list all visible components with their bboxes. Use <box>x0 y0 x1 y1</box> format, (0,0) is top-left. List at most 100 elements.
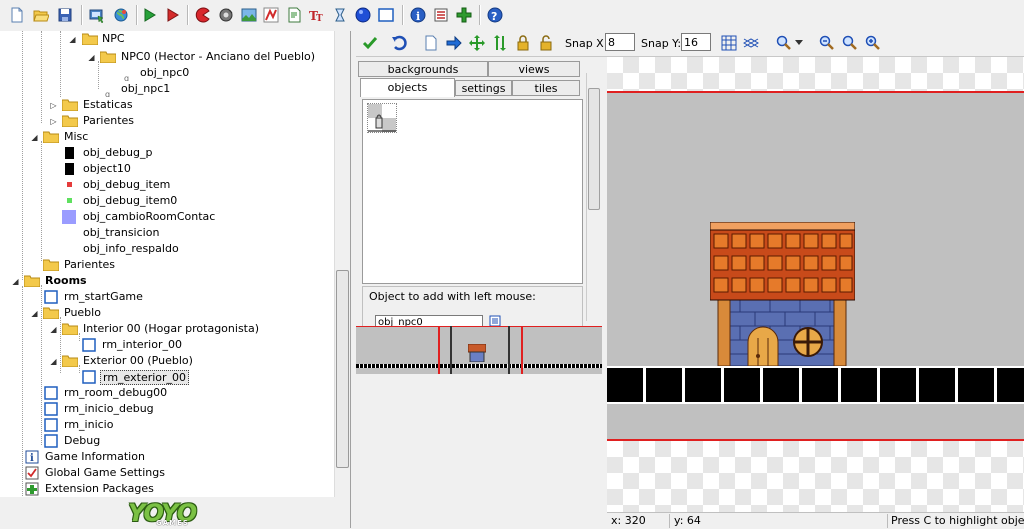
tree-item-parientes-2[interactable]: Parientes <box>0 257 334 273</box>
collapse-icon[interactable]: ◢ <box>49 325 58 334</box>
snap-y-input[interactable] <box>681 33 711 51</box>
sound-icon[interactable] <box>215 4 237 26</box>
lock-icon[interactable] <box>513 33 533 53</box>
tree-item-rm-interior[interactable]: rm_interior_00 <box>0 337 334 353</box>
sort-x-icon[interactable] <box>467 33 487 53</box>
tree-item-extension-packages[interactable]: Extension Packages <box>0 481 334 497</box>
font-icon[interactable]: TT <box>306 4 328 26</box>
global-settings-icon[interactable] <box>430 4 452 26</box>
checkmark-icon[interactable] <box>360 33 380 53</box>
script-icon[interactable] <box>283 4 305 26</box>
status-hint: Press C to highlight objects <box>891 514 1024 527</box>
publish-icon[interactable] <box>110 4 132 26</box>
timeline-icon[interactable] <box>329 4 351 26</box>
status-bar: x: 320 y: 64 Press C to highlight object… <box>607 512 1024 529</box>
tree-item-game-information[interactable]: i Game Information <box>0 449 334 465</box>
debug-icon[interactable] <box>161 4 183 26</box>
tree-item-rm-inicio[interactable]: rm_inicio <box>0 417 334 433</box>
background-icon[interactable] <box>238 4 260 26</box>
unlock-icon[interactable] <box>536 33 556 53</box>
tree-item-rm-startgame[interactable]: rm_startGame <box>0 289 334 305</box>
new-icon[interactable] <box>6 4 28 26</box>
room-icon <box>44 418 58 432</box>
zoom-view-icon[interactable] <box>774 33 794 53</box>
sprite-icon[interactable] <box>192 4 214 26</box>
create-executable-icon[interactable] <box>86 4 108 26</box>
open-icon[interactable] <box>30 4 52 26</box>
collapse-icon[interactable]: ◢ <box>49 357 58 366</box>
tab-views[interactable]: views <box>488 61 580 77</box>
help-icon[interactable]: ? <box>484 4 506 26</box>
tree-item-label: rm_interior_00 <box>102 338 182 351</box>
game-info-icon[interactable]: i <box>407 4 429 26</box>
tree-scrollbar-thumb[interactable] <box>336 270 349 468</box>
tree-item-npc0-folder[interactable]: ◢ NPC0 (Hector - Anciano del Pueblo) <box>0 49 334 65</box>
tree-item-obj-debug-p[interactable]: obj_debug_p <box>0 145 334 161</box>
ground-strip <box>607 366 1024 404</box>
expand-icon[interactable]: ▷ <box>49 117 58 126</box>
snap-x-input[interactable] <box>605 33 635 51</box>
resource-tree[interactable]: ◢ NPC ◢ NPC0 (Hector - Anciano del Puebl… <box>0 31 335 497</box>
tree-item-debug[interactable]: Debug <box>0 433 334 449</box>
tab-backgrounds[interactable]: backgrounds <box>358 61 488 77</box>
tree-item-misc[interactable]: ◢ Misc <box>0 129 334 145</box>
npc-sprite-icon <box>368 104 396 132</box>
tree-item-label: object10 <box>83 162 131 175</box>
tree-item-label: Debug <box>64 434 101 447</box>
run-icon[interactable] <box>138 4 160 26</box>
tab-settings[interactable]: settings <box>455 80 512 96</box>
tree-item-rm-inicio-debug[interactable]: rm_inicio_debug <box>0 401 334 417</box>
path-icon[interactable] <box>260 4 282 26</box>
tree-item-label: obj_npc0 <box>140 66 190 79</box>
room-icon <box>82 370 96 384</box>
collapse-icon[interactable]: ◢ <box>87 53 96 62</box>
collapse-icon[interactable]: ◢ <box>30 133 39 142</box>
tab-tiles[interactable]: tiles <box>512 80 580 96</box>
collapse-icon[interactable]: ◢ <box>30 309 39 318</box>
tab-objects[interactable]: objects <box>360 78 455 97</box>
tree-item-npc[interactable]: ◢ NPC <box>0 31 334 47</box>
tree-item-pueblo[interactable]: ◢ Pueblo <box>0 305 334 321</box>
grid-icon[interactable] <box>719 33 739 53</box>
tree-item-obj-debug-item0[interactable]: obj_debug_item0 <box>0 193 334 209</box>
room-canvas[interactable] <box>607 57 1024 512</box>
save-icon[interactable] <box>54 4 76 26</box>
zoom-out-icon[interactable] <box>817 33 837 53</box>
tree-item-obj-npc0[interactable]: ɑ obj_npc0 <box>0 65 334 83</box>
object-icon[interactable] <box>352 4 374 26</box>
zoom-in-icon[interactable] <box>863 33 883 53</box>
room-minimap[interactable] <box>356 326 602 374</box>
isometric-icon[interactable] <box>741 33 761 53</box>
minimap-ground <box>356 364 602 368</box>
tree-item-rooms[interactable]: ◢ Rooms <box>0 273 334 289</box>
tree-item-obj-info[interactable]: obj_info_respaldo <box>0 241 334 257</box>
room-icon[interactable] <box>375 4 397 26</box>
zoom-reset-icon[interactable] <box>840 33 860 53</box>
panel-scrollbar-thumb[interactable] <box>588 88 600 210</box>
collapse-icon[interactable]: ◢ <box>11 277 20 286</box>
shift-icon[interactable] <box>444 33 464 53</box>
sort-y-icon[interactable] <box>490 33 510 53</box>
object-preview-area[interactable] <box>362 99 583 284</box>
tree-item-rm-room-debug[interactable]: rm_room_debug00 <box>0 385 334 401</box>
undo-icon[interactable] <box>389 33 409 53</box>
room-editor-toolbar: Snap X: Snap Y: <box>356 31 1024 57</box>
tree-item-parientes[interactable]: ▷ Parientes <box>0 113 334 129</box>
clear-room-icon[interactable] <box>421 33 441 53</box>
tree-item-obj-debug-item[interactable]: obj_debug_item <box>0 177 334 193</box>
tree-item-interior-folder[interactable]: ◢ Interior 00 (Hogar protagonista) <box>0 321 334 337</box>
tree-item-object10[interactable]: object10 <box>0 161 334 177</box>
folder-icon <box>100 51 116 63</box>
global-settings-icon <box>25 466 39 480</box>
tree-item-obj-cambio[interactable]: obj_cambioRoomContac <box>0 209 334 225</box>
tree-item-rm-exterior[interactable]: rm_exterior_00 <box>0 369 334 385</box>
tree-item-estaticas[interactable]: ▷ Estaticas <box>0 97 334 113</box>
chevron-down-icon[interactable] <box>793 33 805 53</box>
tree-item-obj-transicion[interactable]: obj_transicion <box>0 225 334 241</box>
tree-item-obj-npc1[interactable]: ɑ obj_npc1 <box>0 81 334 99</box>
expand-icon[interactable]: ▷ <box>49 101 58 110</box>
tree-item-global-settings[interactable]: Global Game Settings <box>0 465 334 481</box>
collapse-icon[interactable]: ◢ <box>68 35 77 44</box>
extension-icon[interactable] <box>453 4 475 26</box>
tree-item-exterior-folder[interactable]: ◢ Exterior 00 (Pueblo) <box>0 353 334 369</box>
